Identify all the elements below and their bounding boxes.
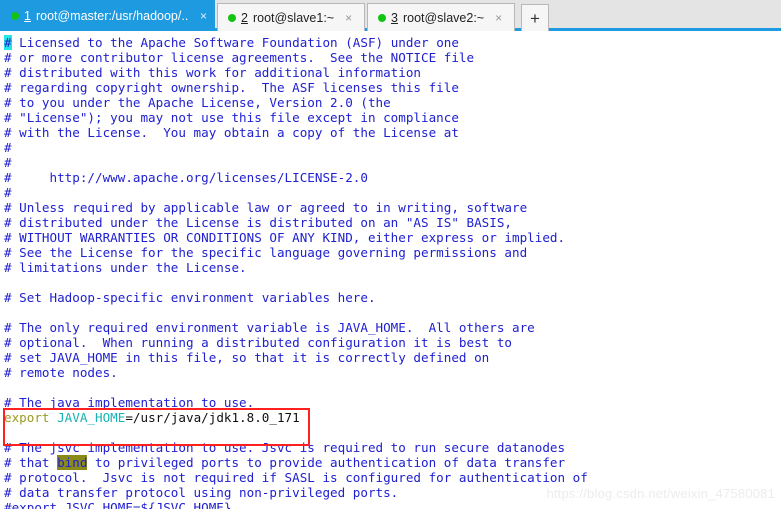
tab-bar: 1 root@master:/usr/hadoop/... × 2 root@s… [0,0,781,31]
terminal-line: # See the License for the specific langu… [4,245,528,260]
terminal-line: # remote nodes. [4,365,118,380]
terminal-line: # regarding copyright ownership. The ASF… [4,80,459,95]
terminal-line: # Unless required by applicable law or a… [4,200,528,215]
tab-title: root@slave1:~ [252,10,335,25]
line-text: # that [4,455,58,470]
tab-title: root@slave2:~ [402,10,485,25]
shell-keyword-export: export [4,410,50,425]
terminal-line: # [4,155,12,170]
line-text: to privileged ports to provide authentic… [87,455,566,470]
terminal-screen[interactable]: # Licensed to the Apache Software Founda… [0,31,781,509]
env-var-name: JAVA_HOME [49,410,126,425]
connection-status-icon [228,13,236,22]
terminal-line: # or more contributor license agreements… [4,50,475,65]
terminal-line: # distributed with this work for additio… [4,65,422,80]
text-cursor: # [4,35,12,50]
terminal-line: # with the License. You may obtain a cop… [4,125,459,140]
watermark: https://blog.csdn.net/weixin_47580081 [546,486,775,501]
close-icon[interactable]: × [495,12,502,24]
tab-3-root-slave2[interactable]: 3 root@slave2:~ × [367,3,515,31]
close-icon[interactable]: × [345,12,352,24]
terminal-line: # The jsvc implementation to use. Jsvc i… [4,440,566,455]
terminal-line: # distributed under the License is distr… [4,215,512,230]
tab-number: 2 [241,10,248,25]
terminal-line: # WITHOUT WARRANTIES OR CONDITIONS OF AN… [4,230,566,245]
connection-status-icon [11,12,19,20]
terminal-line: # set JAVA_HOME in this file, so that it… [4,350,490,365]
terminal-line: # that bind to privileged ports to provi… [4,455,781,470]
connection-status-icon [378,13,386,22]
close-icon[interactable]: × [200,10,207,22]
terminal-line: #export JSVC_HOME=${JSVC_HOME} [4,500,232,509]
terminal-line: # "License"); you may not use this file … [4,110,459,125]
search-match-highlight: bind [57,455,88,470]
tab-number: 1 [24,9,31,23]
terminal-line: # [4,185,12,200]
terminal-line-java-home-export: export JAVA_HOME=/usr/java/jdk1.8.0_171 [4,410,781,425]
terminal-line: # optional. When running a distributed c… [4,335,512,350]
terminal-line: # Set Hadoop-specific environment variab… [4,290,376,305]
terminal-line: # protocol. Jsvc is not required if SASL… [4,470,588,485]
terminal-line: # to you under the Apache License, Versi… [4,95,391,110]
terminal-window: 1 root@master:/usr/hadoop/... × 2 root@s… [0,0,781,509]
terminal-line: # Licensed to the Apache Software Founda… [4,35,781,50]
tab-2-root-slave1[interactable]: 2 root@slave1:~ × [217,3,365,31]
terminal-line: # limitations under the License. [4,260,247,275]
tab-title: root@master:/usr/hadoop/... [35,9,189,23]
line-text: Licensed to the Apache Software Foundati… [11,35,459,50]
terminal-line: # The only required environment variable… [4,320,535,335]
terminal-line-java-comment: # The java implementation to use. [4,395,255,410]
terminal-line: # [4,140,12,155]
env-var-value: =/usr/java/jdk1.8.0_171 [125,410,300,425]
tab-number: 3 [391,10,398,25]
new-tab-button[interactable]: + [521,4,549,31]
tab-1-root-master[interactable]: 1 root@master:/usr/hadoop/... × [0,0,215,31]
terminal-line: # http://www.apache.org/licenses/LICENSE… [4,170,368,185]
